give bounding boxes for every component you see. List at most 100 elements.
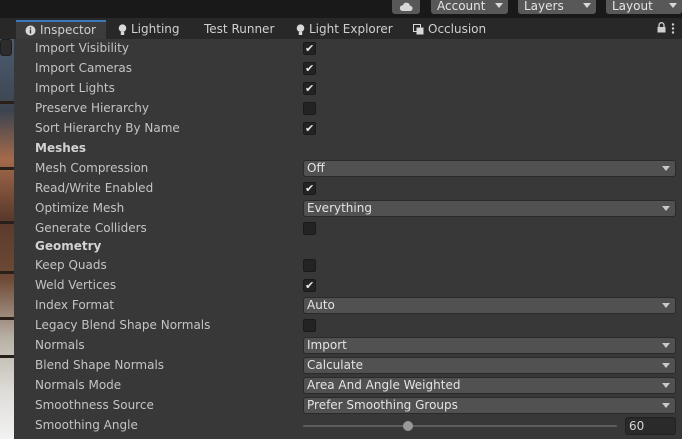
info-icon	[25, 25, 36, 36]
dropdown-value: Area And Angle Weighted	[307, 378, 461, 392]
checkmark-icon: ✔	[305, 182, 315, 195]
checkmark-icon: ✔	[305, 122, 315, 135]
optimize-mesh-dropdown[interactable]: Everything	[303, 200, 676, 217]
lock-icon[interactable]	[657, 22, 666, 33]
cloud-icon	[399, 2, 413, 12]
field-label: Normals Mode	[35, 378, 122, 392]
field-label: Legacy Blend Shape Normals	[35, 318, 211, 332]
section-header-meshes: Meshes	[15, 139, 682, 159]
chevron-down-icon	[662, 206, 670, 211]
field-row-import-cameras: Import Cameras ✔	[15, 59, 682, 79]
account-dropdown[interactable]: Account	[431, 0, 508, 14]
field-row-smoothing-angle: Smoothing Angle 60	[15, 416, 682, 436]
lightbulb-icon	[296, 23, 305, 35]
chevron-down-icon	[662, 403, 670, 408]
chevron-down-icon	[662, 166, 670, 171]
tab-lighting[interactable]: Lighting	[118, 20, 180, 39]
field-label: Read/Write Enabled	[35, 181, 154, 195]
field-label: Generate Colliders	[35, 221, 147, 235]
field-label: Preserve Hierarchy	[35, 101, 149, 115]
legacy-blend-shape-normals-checkbox[interactable]	[303, 319, 316, 332]
field-label: Import Visibility	[35, 41, 129, 55]
field-row-keep-quads: Keep Quads	[15, 256, 682, 276]
field-label: Smoothness Source	[35, 398, 154, 412]
field-label: Import Cameras	[35, 61, 132, 75]
blend-shape-normals-dropdown[interactable]: Calculate	[303, 357, 676, 374]
scene-detail	[0, 167, 14, 170]
mesh-compression-dropdown[interactable]: Off	[303, 160, 676, 177]
field-label: Blend Shape Normals	[35, 358, 165, 372]
layers-dropdown[interactable]: Layers	[518, 0, 596, 14]
field-row-import-lights: Import Lights ✔	[15, 79, 682, 99]
dropdown-value: Prefer Smoothing Groups	[307, 398, 458, 412]
account-label: Account	[437, 0, 486, 13]
tab-label: Lighting	[131, 22, 180, 36]
checkmark-icon: ✔	[305, 279, 315, 292]
field-row-blend-shape-normals: Blend Shape Normals Calculate	[15, 356, 682, 376]
smoothness-source-dropdown[interactable]: Prefer Smoothing Groups	[303, 397, 676, 414]
tab-label: Light Explorer	[309, 22, 393, 36]
field-row-normals-mode: Normals Mode Area And Angle Weighted	[15, 376, 682, 396]
field-row-import-visibility: Import Visibility ✔	[15, 39, 682, 59]
layout-label: Layout	[612, 0, 653, 13]
read-write-enabled-checkbox[interactable]: ✔	[303, 182, 316, 195]
lightbulb-icon	[118, 23, 127, 35]
field-row-generate-colliders: Generate Colliders	[15, 219, 682, 239]
preserve-hierarchy-checkbox[interactable]	[303, 102, 316, 115]
tab-light-explorer[interactable]: Light Explorer	[296, 20, 393, 39]
inspector-panel: Import Visibility ✔ Import Cameras ✔ Import …	[15, 39, 682, 439]
occlusion-icon	[413, 24, 424, 35]
field-row-optimize-mesh: Optimize Mesh Everything	[15, 199, 682, 219]
scene-detail	[0, 101, 14, 104]
scene-detail	[0, 317, 14, 320]
editor-tab-bar: Inspector Lighting Test Runner Light Exp…	[0, 18, 682, 39]
smoothing-angle-slider-track[interactable]	[303, 425, 617, 427]
chevron-down-icon	[662, 343, 670, 348]
dropdown-value: Auto	[307, 298, 335, 312]
normals-mode-dropdown[interactable]: Area And Angle Weighted	[303, 377, 676, 394]
keep-quads-checkbox[interactable]	[303, 259, 316, 272]
section-header-geometry: Geometry	[15, 237, 682, 257]
smoothing-angle-slider-thumb[interactable]	[402, 421, 413, 431]
section-header-label: Geometry	[35, 239, 102, 253]
field-row-read-write-enabled: Read/Write Enabled ✔	[15, 179, 682, 199]
import-lights-checkbox[interactable]: ✔	[303, 82, 316, 95]
field-label: Smoothing Angle	[35, 418, 138, 432]
checkmark-icon: ✔	[305, 62, 315, 75]
import-visibility-checkbox[interactable]: ✔	[303, 42, 316, 55]
field-label: Normals	[35, 338, 85, 352]
scene-detail	[0, 355, 14, 358]
field-row-preserve-hierarchy: Preserve Hierarchy	[15, 99, 682, 119]
scene-detail	[0, 271, 14, 274]
normals-dropdown[interactable]: Import	[303, 337, 676, 354]
cloud-button[interactable]	[392, 0, 420, 14]
dropdown-value: Calculate	[307, 358, 364, 372]
field-row-index-format: Index Format Auto	[15, 296, 682, 316]
chevron-down-icon	[662, 303, 670, 308]
chevron-down-icon	[583, 3, 591, 8]
weld-vertices-checkbox[interactable]: ✔	[303, 279, 316, 292]
field-label: Sort Hierarchy By Name	[35, 121, 180, 135]
chevron-down-icon	[662, 383, 670, 388]
tab-test-runner[interactable]: Test Runner	[204, 20, 274, 39]
more-options-icon[interactable]	[671, 23, 675, 34]
generate-colliders-checkbox[interactable]	[303, 222, 316, 235]
field-label: Index Format	[35, 298, 115, 312]
section-header-label: Meshes	[35, 141, 87, 155]
field-label: Weld Vertices	[35, 278, 117, 292]
tab-inspector[interactable]: Inspector	[16, 20, 106, 39]
field-label: Mesh Compression	[35, 161, 149, 175]
layout-dropdown[interactable]: Layout	[606, 0, 682, 14]
tab-occlusion[interactable]: Occlusion	[413, 20, 486, 39]
dropdown-value: Import	[307, 338, 347, 352]
index-format-dropdown[interactable]: Auto	[303, 297, 676, 314]
field-label: Import Lights	[35, 81, 115, 95]
field-row-normals: Normals Import	[15, 336, 682, 356]
scene-toolbar-button[interactable]	[0, 39, 12, 56]
import-cameras-checkbox[interactable]: ✔	[303, 62, 316, 75]
sort-hierarchy-by-name-checkbox[interactable]: ✔	[303, 122, 316, 135]
tab-label: Occlusion	[428, 22, 487, 36]
chevron-down-icon	[495, 3, 503, 8]
smoothing-angle-value-field[interactable]: 60	[625, 417, 676, 435]
field-row-sort-hierarchy-by-name: Sort Hierarchy By Name ✔	[15, 119, 682, 139]
